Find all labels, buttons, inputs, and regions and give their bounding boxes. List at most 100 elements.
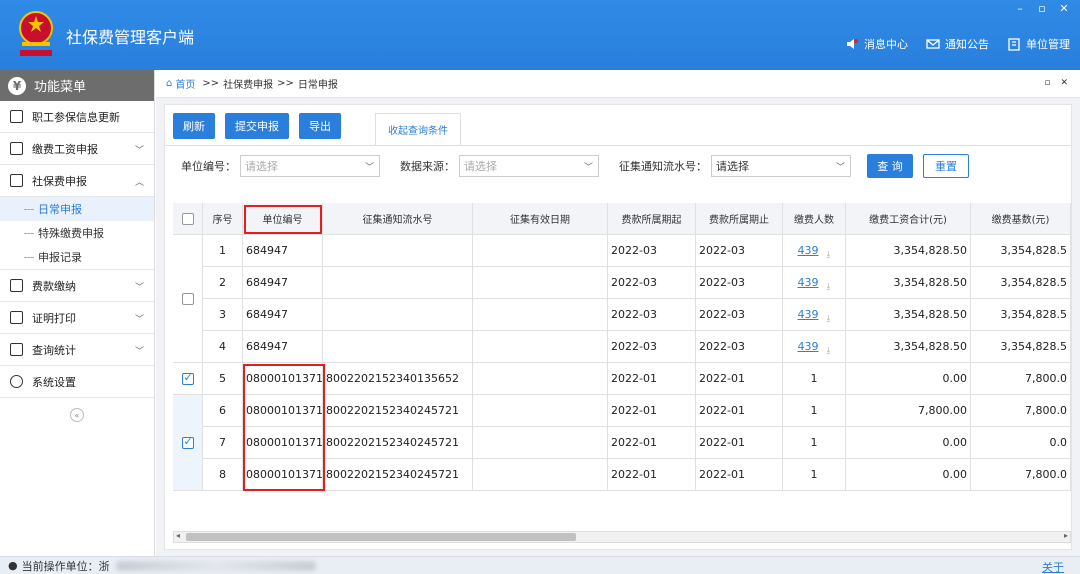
download-icon[interactable]: ⤓ [827, 314, 831, 324]
cell-unit: 684947 [243, 331, 323, 363]
table-row[interactable]: 6 08000101371 8002202152340245721 2022-01 20… [173, 395, 1071, 427]
count-link[interactable]: 439 [798, 276, 819, 289]
table-row[interactable]: 7 08000101371 8002202152340245721 2022-01 20… [173, 427, 1071, 459]
yen-icon: ¥ [8, 76, 26, 95]
gear-icon [10, 375, 23, 388]
export-button[interactable]: 导出 [299, 113, 341, 139]
cell-period-to: 2022-01 [696, 395, 783, 427]
scroll-left-arrow[interactable]: ◂ [176, 531, 180, 540]
sidebar-item-query-stats[interactable]: 查询统计 ﹀ [0, 334, 154, 366]
table-row[interactable]: 8 08000101371 8002202152340245721 2022-01 20… [173, 459, 1071, 491]
edit-icon [10, 142, 23, 155]
menu-header: ¥ 功能菜单 [0, 70, 154, 101]
cell-period-to: 2022-01 [696, 363, 783, 395]
horizontal-scrollbar[interactable]: ◂ ▸ [173, 531, 1071, 543]
cell-seq: 7 [203, 427, 243, 459]
notice-select[interactable]: 请选择 ﹀ [711, 154, 851, 177]
submit-declare-button[interactable]: 提交申报 [225, 113, 289, 139]
breadcrumb-level1[interactable]: 社保费申报 [223, 76, 273, 91]
cell-base: 7,800.0 [971, 363, 1071, 395]
sidebar-item-system-settings[interactable]: 系统设置 [0, 366, 154, 398]
scroll-right-arrow[interactable]: ▸ [1064, 531, 1068, 540]
sidebar-collapse-button[interactable]: « [70, 408, 84, 422]
message-center-link[interactable]: 消息中心 [845, 36, 908, 52]
table-row[interactable]: 3 684947 2022-03 2022-03 439 ⤓ 3,354,828.50 3,3… [173, 299, 1071, 331]
sidebar-subitem-daily-declare[interactable]: 日常申报 [0, 197, 154, 221]
cell-seq: 4 [203, 331, 243, 363]
close-tab-icon[interactable]: ✕ [1060, 78, 1068, 88]
breadcrumb-home[interactable]: 首页 [175, 76, 195, 91]
download-icon[interactable]: ⤓ [827, 250, 831, 260]
cell-valid-date [473, 267, 608, 299]
restore-tab-icon[interactable]: ▫ [1044, 78, 1050, 88]
sidebar-item-social-fee-declare[interactable]: 社保费申报 ︿ [0, 165, 154, 197]
app-title: 社保费管理客户端 [66, 28, 195, 47]
status-bar: ● 当前操作单位： 浙 关于 [0, 556, 1080, 574]
select-all-checkbox[interactable] [181, 212, 194, 225]
download-icon[interactable]: ⤓ [827, 282, 831, 292]
cell-notice [323, 299, 473, 331]
table-row[interactable]: 4 684947 2022-03 2022-03 439 ⤓ 3,354,828.50 3,3… [173, 331, 1071, 363]
table-row[interactable]: 2 684947 2022-03 2022-03 439 ⤓ 3,354,828.50 3,3… [173, 267, 1071, 299]
unit-management-link[interactable]: 单位管理 [1007, 36, 1070, 52]
unit-select[interactable]: 请选择 ﹀ [240, 154, 380, 177]
cell-valid-date [473, 331, 608, 363]
sidebar-item-insured-update[interactable]: 职工参保信息更新 [0, 101, 154, 133]
current-unit-label: 当前操作单位： [21, 559, 99, 573]
notice-link[interactable]: 通知公告 [926, 36, 989, 52]
scroll-thumb[interactable] [186, 533, 576, 541]
group-3-checkbox[interactable] [181, 435, 194, 449]
count-link[interactable]: 439 [798, 308, 819, 321]
main-area: ⌂ 首页 >> 社保费申报 >> 日常申报 ▫ ✕ 刷新 提交申报 导出 收起查… [156, 70, 1080, 556]
cell-unit: 684947 [243, 299, 323, 331]
group-1-checkbox[interactable] [181, 292, 194, 305]
cell-unit: 08000101371 [243, 427, 323, 459]
chevron-down-icon: ﹀ [583, 162, 593, 173]
minimize-button[interactable]: – [1014, 2, 1026, 15]
cell-seq: 5 [203, 363, 243, 395]
sidebar-item-payment[interactable]: 费款缴纳 ﹀ [0, 270, 154, 302]
cell-unit: 08000101371 [243, 363, 323, 395]
sidebar-subitem-special-declare[interactable]: 特殊缴费申报 [0, 221, 154, 245]
source-select[interactable]: 请选择 ﹀ [459, 154, 599, 177]
cell-unit: 684947 [243, 235, 323, 267]
sidebar-subitem-declare-records[interactable]: 申报记录 [0, 245, 154, 269]
cell-base: 7,800.0 [971, 395, 1071, 427]
notice-filter-label: 征集通知流水号： [619, 159, 707, 173]
cell-period-to: 2022-03 [696, 331, 783, 363]
count-link[interactable]: 439 [798, 340, 819, 353]
refresh-button[interactable]: 刷新 [173, 113, 215, 139]
cell-unit: 684947 [243, 267, 323, 299]
reset-button[interactable]: 重置 [923, 153, 969, 178]
cell-wage-total: 0.00 [846, 459, 971, 491]
cell-wage-total: 7,800.00 [846, 395, 971, 427]
cell-notice [323, 235, 473, 267]
cell-valid-date [473, 395, 608, 427]
cell-base: 3,354,828.5 [971, 331, 1071, 363]
chevron-down-icon: ﹀ [134, 347, 144, 357]
maximize-button[interactable]: ▫ [1036, 2, 1048, 15]
collapse-query-tab[interactable]: 收起查询条件 [375, 113, 461, 145]
sidebar-item-wage-declare[interactable]: 缴费工资申报 ﹀ [0, 133, 154, 165]
group-2-checkbox[interactable] [181, 371, 194, 385]
table-header-row: 序号 单位编号 征集通知流水号 征集有效日期 费款所属期起 费款所属期止 缴费人… [173, 203, 1071, 235]
cell-period-to: 2022-01 [696, 459, 783, 491]
table-row[interactable]: 1 684947 2022-03 2022-03 439 ⤓ 3,354,828.50 3,3… [173, 235, 1071, 267]
about-link[interactable]: 关于 [1042, 559, 1064, 574]
cell-seq: 1 [203, 235, 243, 267]
cell-base: 7,800.0 [971, 459, 1071, 491]
sidebar-item-certificate-print[interactable]: 证明打印 ﹀ [0, 302, 154, 334]
query-button[interactable]: 查 询 [867, 153, 913, 178]
tax-emblem-logo [19, 11, 53, 56]
cell-valid-date [473, 299, 608, 331]
table-row[interactable]: 5 08000101371 8002202152340135652 2022-01 20… [173, 363, 1071, 395]
close-button[interactable]: ✕ [1058, 2, 1070, 15]
chevron-down-icon: ﹀ [835, 162, 845, 173]
col-base: 缴费基数(元) [971, 203, 1071, 235]
sidebar: ¥ 功能菜单 职工参保信息更新 缴费工资申报 ﹀ 社保费申报 ︿ 日常申报 特殊… [0, 70, 155, 556]
download-icon[interactable]: ⤓ [827, 346, 831, 356]
document-icon [10, 311, 23, 324]
cell-period-to: 2022-03 [696, 235, 783, 267]
chevron-down-icon: ﹀ [364, 162, 374, 173]
count-link[interactable]: 439 [798, 244, 819, 257]
